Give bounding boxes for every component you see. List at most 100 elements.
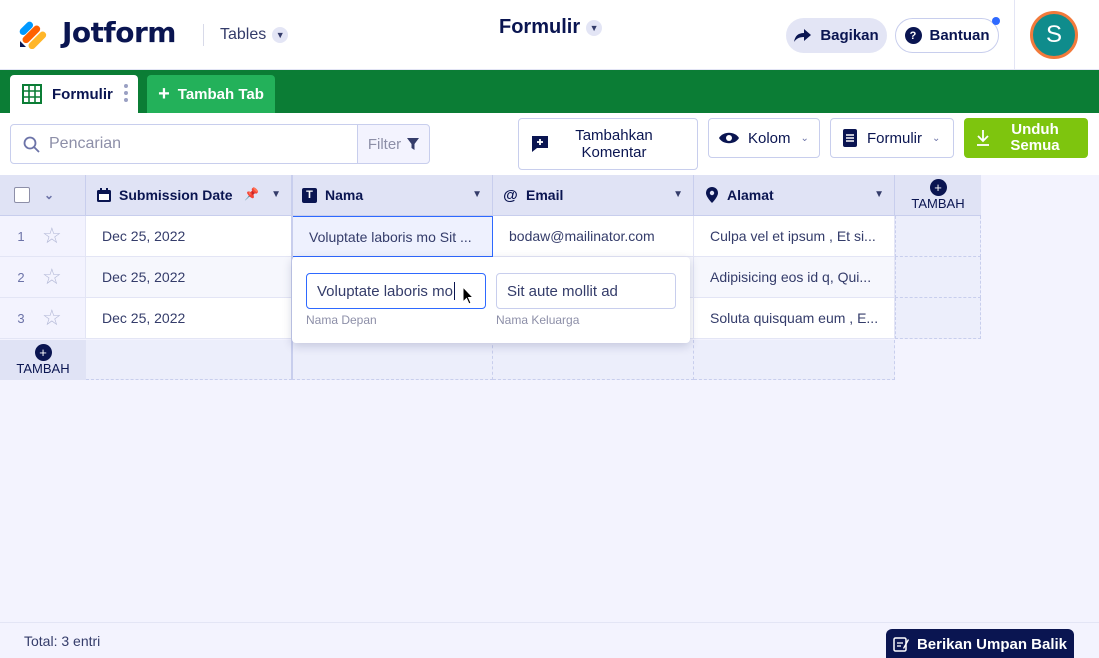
tab-formulir[interactable]: Formulir [10, 75, 138, 113]
form-label: Formulir [867, 129, 922, 147]
jotform-logo-icon [19, 21, 47, 49]
share-label: Bagikan [820, 27, 879, 44]
header-separator [1014, 0, 1015, 70]
help-button[interactable]: ? Bantuan [895, 17, 1000, 53]
add-column-button[interactable]: + TAMBAH [895, 175, 981, 216]
empty-add-column-cell [895, 257, 981, 298]
search-placeholder: Pencarian [49, 135, 122, 152]
column-label: Alamat [727, 187, 774, 203]
column-header-email[interactable]: @ Email ▼ [493, 175, 694, 216]
filter-label: Filter [367, 135, 402, 153]
chevron-down-icon: ▼ [272, 27, 289, 43]
share-button[interactable]: Bagikan [786, 18, 887, 53]
jotform-logo[interactable]: Jotform [18, 16, 176, 49]
star-icon[interactable]: ☆ [42, 223, 62, 249]
plus-icon: + [929, 179, 947, 196]
comment-plus-icon [532, 136, 548, 152]
row-number: 1 [17, 228, 25, 244]
location-pin-icon [704, 187, 719, 203]
add-row-label: TAMBAH [16, 361, 70, 376]
empty-add-row-cell [86, 340, 292, 380]
question-icon: ? [904, 27, 922, 44]
feedback-button[interactable]: Berikan Umpan Balik [886, 629, 1074, 658]
chevron-down-icon[interactable]: ▼ [673, 189, 683, 200]
header-divider [203, 24, 204, 46]
form-title-selector[interactable]: Formulir ▼ [499, 16, 603, 39]
search-input[interactable]: Pencarian [10, 124, 358, 164]
last-name-input[interactable]: Sit aute mollit ad [496, 273, 676, 309]
column-header-alamat[interactable]: Alamat ▼ [694, 175, 895, 216]
row-header[interactable]: 3 ☆ [0, 298, 86, 339]
chevron-down-icon[interactable]: ▼ [271, 189, 281, 200]
product-switcher[interactable]: Tables ▼ [220, 26, 289, 44]
funnel-icon [407, 138, 420, 150]
brand-name: Jotform [62, 16, 176, 49]
cell-alamat[interactable]: Soluta quisquam eum , E... [694, 298, 895, 339]
cell-alamat[interactable]: Adipisicing eos id q, Qui... [694, 257, 895, 298]
tab-bar: Formulir + Tambah Tab [0, 70, 1099, 113]
app-header: Jotform Tables ▼ Formulir ▼ Bagikan ? Ba… [0, 0, 1099, 70]
first-name-input[interactable]: Voluptate laboris mo [306, 273, 486, 309]
add-row-button[interactable]: + TAMBAH [0, 340, 86, 380]
row-header[interactable]: 2 ☆ [0, 257, 86, 298]
at-icon: @ [503, 186, 518, 204]
filter-button[interactable]: Filter [357, 124, 430, 164]
download-all-label: Unduh Semua [1010, 121, 1060, 154]
cell-nama-selected[interactable]: Voluptate laboris mo Sit ... [292, 216, 493, 257]
search-icon [23, 136, 40, 153]
tab-label: Formulir [52, 85, 113, 103]
add-comment-button[interactable]: Tambahkan Komentar [518, 118, 698, 170]
download-all-button[interactable]: Unduh Semua [964, 118, 1088, 158]
chevron-down-icon[interactable]: ▼ [874, 189, 884, 200]
mouse-pointer-icon [462, 286, 474, 305]
toolbar: Pencarian Filter Tambahkan Komentar Kolo… [0, 113, 1099, 175]
total-entries: Total: 3 entri [24, 633, 101, 649]
feedback-label: Berikan Umpan Balik [916, 635, 1068, 653]
add-tab-button[interactable]: + Tambah Tab [147, 75, 275, 113]
empty-add-row-cell [694, 340, 895, 380]
add-column-label: TAMBAH [911, 196, 965, 211]
chevron-down-icon[interactable]: ▼ [472, 189, 482, 200]
share-arrow-icon [794, 28, 812, 42]
columns-button[interactable]: Kolom ⌄ [708, 118, 820, 158]
cell-alamat[interactable]: Culpa vel et ipsum , Et si... [694, 216, 895, 257]
chevron-down-icon: ▼ [586, 19, 603, 36]
table-grid-icon [22, 84, 42, 104]
eye-icon [719, 132, 739, 144]
cell-submission-date[interactable]: Dec 25, 2022 [86, 298, 292, 339]
user-avatar[interactable]: S [1030, 11, 1078, 59]
row-header[interactable]: 1 ☆ [0, 216, 86, 257]
form-button[interactable]: Formulir ⌄ [830, 118, 954, 158]
cell-submission-date[interactable]: Dec 25, 2022 [86, 257, 292, 298]
column-label: Nama [325, 187, 364, 203]
chevron-down-icon: ⌄ [800, 132, 809, 144]
status-footer: Total: 3 entri Berikan Umpan Balik [0, 622, 1099, 658]
row-number: 3 [17, 310, 25, 326]
empty-add-column-cell [895, 298, 981, 339]
help-label: Bantuan [929, 27, 990, 44]
pin-icon[interactable]: 📌 [244, 187, 259, 201]
empty-add-row-cell [493, 340, 694, 380]
cell-submission-date[interactable]: Dec 25, 2022 [86, 216, 292, 257]
star-icon[interactable]: ☆ [42, 305, 62, 331]
text-caret [453, 282, 455, 300]
add-comment-label: Tambahkan Komentar [575, 127, 653, 161]
select-all-checkbox[interactable] [14, 187, 30, 203]
plus-icon: + [34, 344, 52, 361]
chevron-down-icon: ⌄ [932, 132, 941, 144]
form-title: Formulir [499, 16, 581, 38]
add-tab-label: Tambah Tab [177, 85, 264, 103]
select-all-header[interactable]: ⌄ [0, 175, 86, 216]
feedback-icon [893, 637, 909, 652]
row-number: 2 [17, 269, 25, 285]
last-name-label: Nama Keluarga [496, 313, 580, 327]
name-editor-popover: Voluptate laboris mo Nama Depan Sit aute… [292, 257, 690, 343]
first-name-label: Nama Depan [306, 313, 377, 327]
chevron-down-icon[interactable]: ⌄ [44, 188, 54, 202]
star-icon[interactable]: ☆ [42, 264, 62, 290]
tab-options-icon[interactable] [124, 84, 128, 102]
column-header-nama[interactable]: T Nama ▼ [292, 175, 493, 216]
plus-icon: + [158, 83, 170, 105]
cell-email[interactable]: bodaw@mailinator.com [493, 216, 694, 257]
column-header-submission-date[interactable]: Submission Date 📌 ▼ [86, 175, 292, 216]
